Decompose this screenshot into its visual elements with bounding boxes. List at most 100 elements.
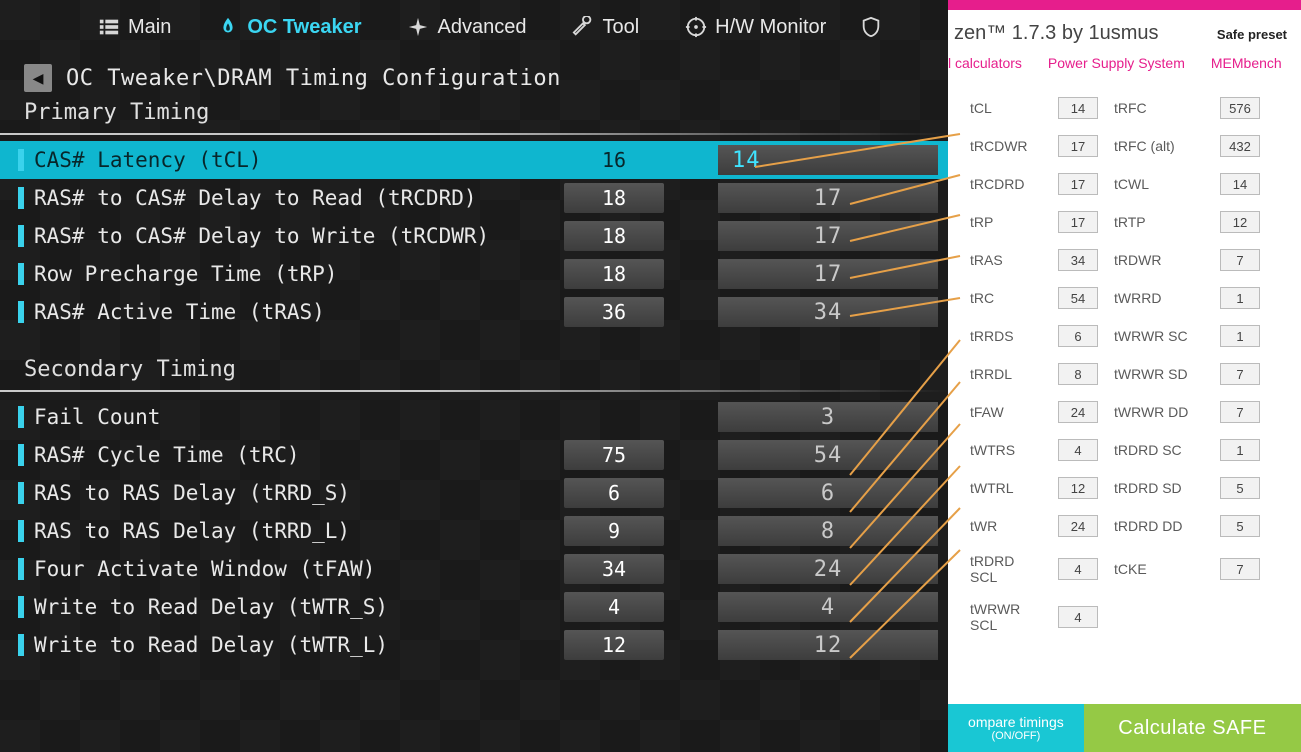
- calc-value[interactable]: 12: [1220, 211, 1260, 233]
- timing-current-value[interactable]: 12: [564, 630, 664, 660]
- calc-value[interactable]: 17: [1058, 173, 1098, 195]
- section-secondary-title: Secondary Timing: [0, 331, 948, 390]
- timing-row[interactable]: Write to Read Delay (tWTR_S)44: [0, 588, 948, 626]
- calc-value[interactable]: 6: [1058, 325, 1098, 347]
- calc-value[interactable]: 34: [1058, 249, 1098, 271]
- timing-new-value[interactable]: 34: [718, 297, 938, 327]
- row-marker: [18, 520, 24, 542]
- divider: [0, 390, 948, 392]
- back-button[interactable]: ◀: [24, 64, 52, 92]
- calc-value[interactable]: 5: [1220, 477, 1260, 499]
- calc-label: tRDRD SC: [1114, 442, 1204, 458]
- calc-value[interactable]: 1: [1220, 325, 1260, 347]
- timing-label: RAS to RAS Delay (tRRD_L): [34, 519, 554, 543]
- calc-value[interactable]: 24: [1058, 401, 1098, 423]
- calc-value[interactable]: 4: [1058, 439, 1098, 461]
- calc-value[interactable]: 7: [1220, 249, 1260, 271]
- calc-label: tRDRD DD: [1114, 518, 1204, 534]
- timing-new-value[interactable]: 17: [718, 259, 938, 289]
- nav-main[interactable]: Main: [80, 16, 189, 39]
- calc-value[interactable]: 4: [1058, 606, 1098, 628]
- timing-row[interactable]: RAS# to CAS# Delay to Read (tRCDRD)1817: [0, 179, 948, 217]
- calc-value[interactable]: 14: [1058, 97, 1098, 119]
- nav-tool[interactable]: Tool: [554, 16, 657, 39]
- compare-timings-button[interactable]: ompare timings (ON/OFF): [948, 704, 1084, 752]
- timing-current-value[interactable]: 75: [564, 440, 664, 470]
- nav-advanced-label: Advanced: [437, 16, 526, 39]
- timing-new-value[interactable]: 12: [718, 630, 938, 660]
- row-marker: [18, 301, 24, 323]
- timing-new-value[interactable]: 54: [718, 440, 938, 470]
- timing-new-value[interactable]: 17: [718, 183, 938, 213]
- timing-current-value[interactable]: 18: [564, 183, 664, 213]
- shield-icon: [860, 16, 882, 38]
- timing-current-value[interactable]: 18: [564, 259, 664, 289]
- timing-current-value[interactable]: 16: [564, 145, 664, 175]
- bios-window: Main OC Tweaker Advanced Tool H/W Monito…: [0, 0, 948, 752]
- timing-current-value[interactable]: 18: [564, 221, 664, 251]
- timing-current-value[interactable]: 34: [564, 554, 664, 584]
- list-icon: [98, 16, 120, 38]
- calc-value[interactable]: 7: [1220, 558, 1260, 580]
- calc-label: tWRWR DD: [1114, 404, 1204, 420]
- timing-new-value[interactable]: 3: [718, 402, 938, 432]
- calc-value[interactable]: 54: [1058, 287, 1098, 309]
- timing-new-value[interactable]: 14: [718, 145, 938, 175]
- timing-row[interactable]: Row Precharge Time (tRP)1817: [0, 255, 948, 293]
- nav-extra[interactable]: [854, 16, 888, 38]
- timing-new-value[interactable]: 6: [718, 478, 938, 508]
- timing-new-value[interactable]: 17: [718, 221, 938, 251]
- calc-value[interactable]: 17: [1058, 211, 1098, 233]
- timing-label: RAS# Cycle Time (tRC): [34, 443, 554, 467]
- timing-current-value[interactable]: 4: [564, 592, 664, 622]
- timing-row[interactable]: CAS# Latency (tCL)1614: [0, 141, 948, 179]
- timing-row[interactable]: Fail Count3: [0, 398, 948, 436]
- calc-value[interactable]: 14: [1220, 173, 1260, 195]
- nav-hw-monitor[interactable]: H/W Monitor: [667, 16, 844, 39]
- tab-calculators[interactable]: l calculators: [948, 55, 1022, 71]
- timing-current-value[interactable]: 36: [564, 297, 664, 327]
- calc-value[interactable]: 5: [1220, 515, 1260, 537]
- timing-row[interactable]: RAS to RAS Delay (tRRD_L) 9 8: [0, 512, 948, 550]
- timing-row[interactable]: Write to Read Delay (tWTR_L)1212: [0, 626, 948, 664]
- timing-row[interactable]: Four Activate Window (tFAW)3424: [0, 550, 948, 588]
- nav-oc-tweaker[interactable]: OC Tweaker: [199, 16, 379, 39]
- calc-value[interactable]: 7: [1220, 363, 1260, 385]
- timing-new-value[interactable]: 24: [718, 554, 938, 584]
- calculate-safe-button[interactable]: Calculate SAFE: [1084, 704, 1301, 752]
- timing-new-value[interactable]: 8: [718, 516, 938, 546]
- primary-timing-list: CAS# Latency (tCL)1614RAS# to CAS# Delay…: [0, 141, 948, 331]
- calc-label: tRC: [970, 290, 1042, 306]
- timing-row[interactable]: RAS# to CAS# Delay to Write (tRCDWR)1817: [0, 217, 948, 255]
- calc-value[interactable]: 1: [1220, 439, 1260, 461]
- timing-row[interactable]: RAS# Active Time (tRAS)3634: [0, 293, 948, 331]
- calc-label: tWTRL: [970, 480, 1042, 496]
- calc-value[interactable]: 576: [1220, 97, 1260, 119]
- timing-current-value[interactable]: 9: [564, 516, 664, 546]
- calc-label: tRRDS: [970, 328, 1042, 344]
- calc-value[interactable]: 7: [1220, 401, 1260, 423]
- timing-current-value[interactable]: 6: [564, 478, 664, 508]
- calc-value[interactable]: 8: [1058, 363, 1098, 385]
- tab-psu[interactable]: Power Supply System: [1048, 55, 1185, 71]
- preset-label: Safe preset: [1217, 27, 1287, 42]
- secondary-timing-list: Fail Count3 RAS# Cycle Time (tRC) 75 54 RAS …: [0, 398, 948, 664]
- calc-label: tWTRS: [970, 442, 1042, 458]
- calc-value[interactable]: 24: [1058, 515, 1098, 537]
- tab-membench[interactable]: MEMbench: [1211, 55, 1282, 71]
- calc-value[interactable]: 432: [1220, 135, 1260, 157]
- dram-calculator-window: zen™ 1.7.3 by 1usmus Safe preset l calcu…: [948, 0, 1301, 752]
- nav-hw-monitor-label: H/W Monitor: [715, 16, 826, 39]
- flame-icon: [217, 16, 239, 38]
- calc-timing-grid: tCL14tRFC576tRCDWR17tRFC (alt)432tRCDRD1…: [948, 87, 1301, 633]
- calc-value[interactable]: 1: [1220, 287, 1260, 309]
- calc-value[interactable]: 4: [1058, 558, 1098, 580]
- calc-value[interactable]: 12: [1058, 477, 1098, 499]
- nav-advanced[interactable]: Advanced: [389, 16, 544, 39]
- row-marker: [18, 149, 24, 171]
- calc-value[interactable]: 17: [1058, 135, 1098, 157]
- timing-row[interactable]: RAS# Cycle Time (tRC) 75 54: [0, 436, 948, 474]
- timing-new-value[interactable]: 4: [718, 592, 938, 622]
- top-nav: Main OC Tweaker Advanced Tool H/W Monito…: [0, 0, 948, 54]
- timing-row[interactable]: RAS to RAS Delay (tRRD_S)66: [0, 474, 948, 512]
